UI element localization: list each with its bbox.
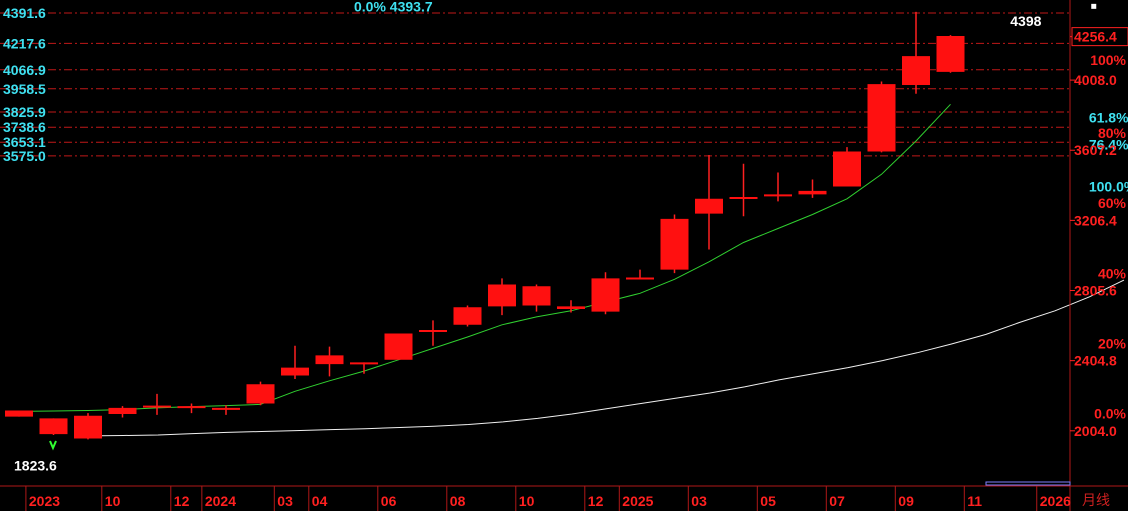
price-axis-label: 2805.6 — [1074, 283, 1117, 299]
candle-body — [281, 367, 309, 376]
time-axis-label: 06 — [381, 493, 397, 509]
candle-body — [384, 333, 413, 360]
high-marker-label: 4398 — [1010, 13, 1041, 29]
time-axis-label: 10 — [519, 493, 535, 509]
candle-body — [902, 56, 930, 85]
pct-axis-label: 100% — [1090, 52, 1126, 68]
time-axis-label: 10 — [105, 493, 121, 509]
level-label: 4066.9 — [3, 62, 46, 78]
low-arrow-icon — [49, 440, 57, 451]
scroll-indicator — [985, 481, 1071, 486]
high-marker-dot — [1091, 3, 1097, 9]
fib-label: 61.8% 3750.8 — [1089, 109, 1128, 125]
candle-body — [867, 84, 896, 152]
candle-body — [177, 406, 206, 409]
time-axis-label: 2024 — [205, 493, 236, 509]
level-label: 4217.6 — [3, 35, 46, 51]
candle-body — [695, 198, 723, 214]
level-label: 4391.6 — [3, 5, 46, 21]
pct-axis-label: 60% — [1098, 195, 1127, 211]
candle-body — [419, 330, 447, 332]
candle-body — [660, 218, 689, 270]
candle-body — [798, 190, 827, 195]
candle-body — [350, 362, 378, 365]
candle-body — [729, 197, 758, 199]
candle-body — [591, 278, 620, 312]
time-axis-label: 09 — [898, 493, 914, 509]
ma-line-green — [18, 103, 951, 412]
time-axis-label: 12 — [174, 493, 190, 509]
price-axis-label: 3607.2 — [1074, 142, 1117, 158]
time-axis-label: 07 — [829, 493, 845, 509]
candle-body — [522, 286, 551, 306]
level-label: 3958.5 — [3, 81, 46, 97]
candle-body — [212, 407, 240, 410]
candles — [5, 11, 965, 440]
pct-axis-label: 80% — [1098, 125, 1127, 141]
time-axis-label: 2026 — [1040, 493, 1071, 509]
pct-axis-label: 40% — [1098, 265, 1127, 281]
candle-body — [626, 277, 654, 280]
candle-body — [143, 405, 171, 408]
candle-body — [557, 306, 585, 309]
time-axis-label: 03 — [277, 493, 293, 509]
time-axis-label: 12 — [588, 493, 604, 509]
moving-averages — [18, 103, 1125, 437]
level-label: 3738.6 — [3, 119, 46, 135]
candle-body — [5, 410, 33, 417]
time-axis-label: 03 — [691, 493, 707, 509]
period-label: 月线 — [1082, 492, 1110, 508]
candle-body — [246, 384, 275, 404]
fib-label: 100.0% 3353.4 — [1089, 178, 1128, 194]
time-axis-label: 05 — [760, 493, 776, 509]
candlestick-chart: 4391.64217.64066.93958.53825.93738.63653… — [0, 0, 1128, 511]
price-axis-label: 3206.4 — [1074, 212, 1117, 228]
candle-body — [936, 36, 965, 72]
time-axis-label: 11 — [967, 493, 982, 509]
price-axis-label: 4008.0 — [1074, 72, 1117, 88]
candle-body — [315, 355, 344, 365]
candle-body — [764, 194, 792, 197]
candle-body — [108, 407, 137, 414]
time-axis-label: 04 — [312, 493, 328, 509]
candle-body — [39, 418, 68, 435]
time-axis-label: 2025 — [622, 493, 653, 509]
candle-body — [453, 307, 482, 325]
price-axis-label: 2404.8 — [1074, 353, 1117, 369]
price-axis-label: 2004.0 — [1074, 423, 1117, 439]
pct-axis-label: 20% — [1098, 335, 1127, 351]
candle-body — [74, 415, 102, 439]
candle-body — [833, 151, 861, 187]
level-label: 3575.0 — [3, 148, 46, 164]
fib-label: 0.0% 4393.7 — [354, 0, 433, 15]
level-label: 3825.9 — [3, 104, 46, 120]
pct-axis-label: 0.0% — [1094, 406, 1126, 422]
low-marker-label: 1823.6 — [14, 457, 57, 473]
time-axis-label: 2023 — [29, 493, 60, 509]
price-axis-label: 4256.4 — [1074, 29, 1117, 45]
time-axis-label: 08 — [450, 493, 466, 509]
candle-body — [488, 284, 516, 307]
